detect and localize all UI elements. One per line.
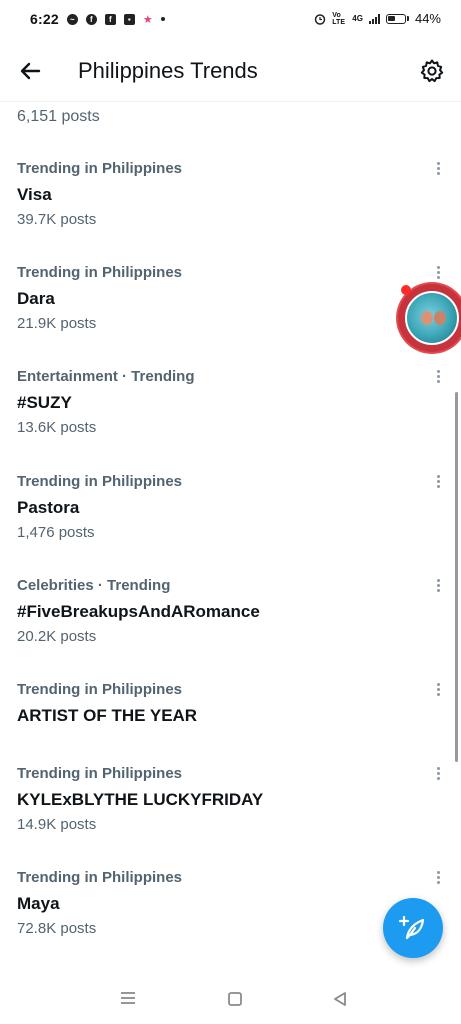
trend-post-count: 1,476 posts	[17, 524, 95, 541]
trend-name: Pastora	[17, 498, 80, 517]
back-button[interactable]	[18, 58, 44, 84]
dot-icon	[160, 17, 165, 21]
trend-post-count: 72.8K posts	[17, 920, 97, 937]
gear-icon	[420, 59, 444, 83]
trend-item[interactable]: Trending in Philippines Visa 39.7K posts	[0, 160, 461, 264]
status-right: Vo LTE 4G 44%	[314, 11, 441, 26]
scrollbar[interactable]	[455, 392, 458, 762]
alarm-icon	[315, 13, 326, 25]
recent-apps-icon[interactable]	[119, 990, 139, 1008]
more-options-icon[interactable]	[433, 681, 443, 699]
battery-cap	[406, 16, 409, 21]
battery-percent: 44%	[414, 11, 441, 26]
trend-name: KYLExBLYTHE LUCKYFRIDAY	[17, 790, 264, 809]
trend-category: Entertainment · Trending	[17, 368, 195, 385]
arrow-left-icon	[20, 62, 41, 80]
trend-item[interactable]: Celebrities · Trending #FiveBreakupsAndA…	[0, 577, 461, 681]
avatar	[405, 291, 459, 345]
trend-item[interactable]: Trending in Philippines KYLExBLYTHE LUCK…	[0, 765, 461, 869]
trend-item[interactable]: Trending in Philippines Dara 21.9K posts	[0, 264, 461, 368]
more-options-icon[interactable]	[433, 368, 443, 386]
home-icon[interactable]	[226, 990, 246, 1008]
trend-name: Visa	[17, 185, 52, 204]
settings-button[interactable]	[419, 58, 445, 84]
trend-name: Dara	[17, 289, 55, 308]
more-options-icon[interactable]	[433, 869, 443, 887]
top-app-bar: Philippines Trends	[0, 40, 461, 102]
compose-post-icon	[398, 915, 425, 940]
trend-category: Celebrities · Trending	[17, 577, 171, 594]
volte-icon: Vo LTE	[332, 11, 345, 26]
floating-chat-bubble[interactable]	[398, 284, 461, 352]
trend-post-count: 14.9K posts	[17, 816, 97, 833]
star-icon: ★	[142, 13, 153, 26]
trend-category: Trending in Philippines	[17, 869, 183, 886]
trend-item[interactable]: Entertainment · Trending #SUZY 13.6K pos…	[0, 368, 461, 472]
signal-icon	[368, 13, 380, 24]
trend-category: Trending in Philippines	[17, 160, 183, 177]
trend-category: Trending in Philippines	[17, 264, 183, 281]
trend-post-count: 21.9K posts	[17, 315, 97, 332]
more-options-icon[interactable]	[433, 264, 443, 282]
trend-category: Trending in Philippines	[17, 473, 183, 490]
facebook-icon: f	[104, 13, 116, 25]
trend-post-count: 39.7K posts	[17, 211, 97, 228]
status-left: 6:22 ~ f f ▪ ★	[30, 11, 165, 27]
page-title: Philippines Trends	[78, 58, 258, 83]
messenger-icon: ~	[66, 13, 78, 25]
trend-post-count: 13.6K posts	[17, 419, 97, 436]
trend-item[interactable]: Trending in Philippines Pastora 1,476 po…	[0, 473, 461, 577]
more-options-icon[interactable]	[433, 473, 443, 491]
system-nav-bar	[0, 974, 461, 1024]
trend-category: Trending in Philippines	[17, 681, 183, 698]
bag-icon: ▪	[123, 13, 135, 25]
trend-post-count: 6,151 posts	[17, 108, 100, 125]
more-options-icon[interactable]	[433, 160, 443, 178]
trend-name: #FiveBreakupsAndARomance	[17, 602, 260, 621]
more-options-icon[interactable]	[433, 577, 443, 595]
trend-post-count: 20.2K posts	[17, 628, 97, 645]
avatar-image	[419, 311, 449, 329]
notification-dot	[401, 285, 411, 295]
trend-category: Trending in Philippines	[17, 765, 183, 782]
facebook-icon: f	[85, 13, 97, 25]
trend-name: ARTIST OF THE YEAR	[17, 706, 198, 725]
back-icon[interactable]	[331, 990, 351, 1008]
4g-signal-icon: 4G	[352, 14, 363, 23]
trend-item[interactable]: Trending in Philippines ARTIST OF THE YE…	[0, 681, 461, 765]
trends-list[interactable]: 6,151 posts Trending in Philippines Visa…	[0, 102, 461, 962]
trend-name: Maya	[17, 894, 60, 913]
status-time: 6:22	[30, 11, 59, 27]
trend-name: #SUZY	[17, 393, 72, 412]
status-bar: 6:22 ~ f f ▪ ★ Vo LTE 4G 44%	[0, 0, 461, 40]
compose-button[interactable]	[383, 898, 443, 958]
battery-icon	[385, 13, 406, 24]
more-options-icon[interactable]	[433, 765, 443, 783]
